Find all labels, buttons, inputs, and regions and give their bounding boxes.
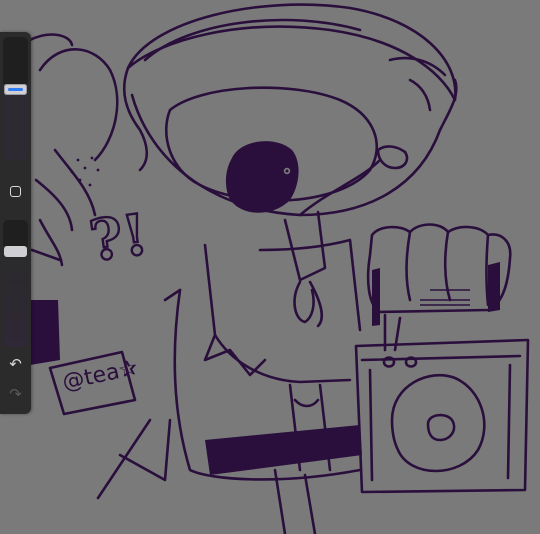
modify-button[interactable] (7, 183, 24, 200)
undo-arrow-icon: ↶ (9, 355, 22, 373)
drawing-canvas[interactable]: ?! @tea✰ (0, 0, 540, 534)
brush-opacity-thumb[interactable] (4, 245, 27, 257)
redo-button[interactable]: ↷ (6, 385, 25, 404)
brush-size-thumb[interactable] (4, 84, 27, 96)
brush-size-slider[interactable] (3, 37, 28, 161)
square-outline-icon (10, 186, 21, 197)
undo-button[interactable]: ↶ (6, 355, 25, 374)
brush-size-track (3, 84, 28, 161)
brush-sidebar: ↶ ↷ (0, 32, 31, 414)
redo-arrow-icon: ↷ (9, 385, 22, 403)
brush-opacity-track (3, 245, 28, 347)
exclamation-doodle: ?! (84, 200, 152, 276)
brush-opacity-slider[interactable] (3, 220, 28, 347)
sketch-artwork (28, 3, 530, 534)
